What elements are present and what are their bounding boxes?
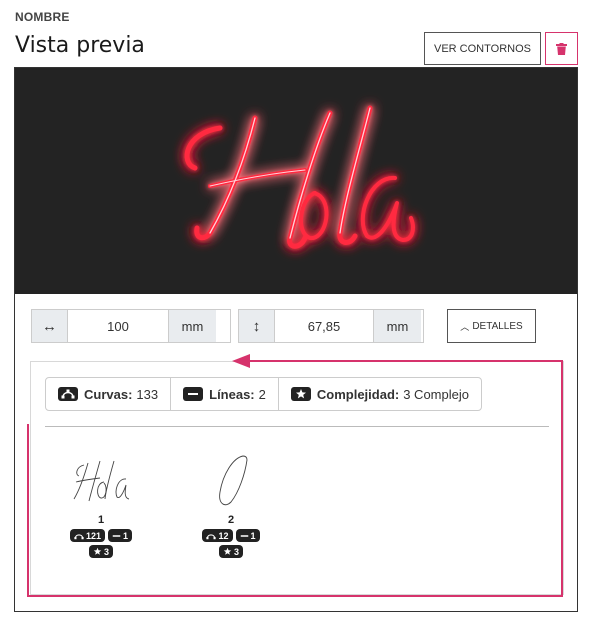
shape-complexity-2: 3: [181, 545, 281, 558]
shape-badges-1: 121 1: [51, 529, 151, 542]
star-icon: [290, 387, 311, 401]
shape-badges-2: 12 1: [181, 529, 281, 542]
shape-thumbnail-1: [51, 452, 151, 512]
height-input[interactable]: [275, 310, 373, 342]
page-title: Vista previa: [15, 33, 145, 58]
shape-outline-1: [73, 460, 130, 502]
stats-bar: Curvas: 133 Líneas: 2 Complejidad: 3 Com…: [45, 377, 482, 411]
star-icon: [223, 547, 232, 555]
shape-number-1: 1: [97, 514, 105, 526]
line-icon: [240, 534, 248, 537]
shape-outline-2: [219, 455, 248, 506]
curves-badge: 121: [69, 529, 105, 542]
section-label: NOMBRE: [15, 10, 70, 24]
shape-number-2: 2: [227, 514, 235, 526]
details-toggle-button[interactable]: ︿ DETALLES: [447, 309, 536, 343]
curves-badge: 12: [202, 529, 233, 542]
height-unit: mm: [373, 310, 421, 342]
width-unit: mm: [168, 310, 216, 342]
lines-badge: 1: [108, 529, 133, 542]
curves-label: Curvas:: [84, 386, 133, 402]
shape-complexity-1: 3: [51, 545, 151, 558]
delete-button[interactable]: [545, 32, 578, 65]
lines-badge: 1: [235, 529, 260, 542]
shape-card-2[interactable]: 2 12 1 3: [181, 452, 281, 558]
complexity-badge: 3: [218, 545, 243, 558]
preview-panel: ↔ mm ↕ mm ︿ DETALLES Curvas: 133 Líneas:: [14, 67, 578, 612]
stat-complexity: Complejidad: 3 Complejo: [279, 378, 481, 410]
view-contours-button[interactable]: VER CONTORNOS: [424, 32, 541, 65]
curves-value: 133: [136, 386, 159, 402]
bezier-curve-icon: [58, 387, 78, 401]
bezier-curve-icon: [206, 533, 217, 539]
width-arrows-icon: ↔: [32, 310, 68, 342]
stat-curves: Curvas: 133: [46, 378, 172, 410]
trash-icon: [556, 42, 567, 55]
complexity-badge: 3: [88, 545, 113, 558]
neon-preview: [15, 68, 577, 294]
line-icon: [112, 534, 121, 537]
height-field-group: ↕ mm: [238, 309, 424, 343]
details-panel: Curvas: 133 Líneas: 2 Complejidad: 3 Com…: [30, 361, 564, 595]
complexity-label: Complejidad:: [316, 386, 400, 402]
star-icon: [93, 547, 102, 555]
lines-value: 2: [258, 386, 266, 402]
height-arrows-icon: ↕: [239, 310, 275, 342]
lines-label: Líneas:: [209, 386, 255, 402]
shape-thumbnail-2: [181, 452, 281, 512]
divider: [45, 426, 549, 427]
neon-text-graphic: [184, 105, 415, 249]
stat-lines: Líneas: 2: [171, 378, 279, 410]
chevron-up-icon: ︿: [460, 321, 470, 332]
complexity-value: 3 Complejo: [403, 386, 469, 402]
bezier-curve-icon: [74, 533, 84, 539]
width-field-group: ↔ mm: [31, 309, 231, 343]
shape-card-1[interactable]: 1 121 1 3: [51, 452, 151, 558]
details-label: DETALLES: [472, 320, 523, 332]
line-icon: [183, 387, 204, 401]
width-input[interactable]: [68, 310, 168, 342]
